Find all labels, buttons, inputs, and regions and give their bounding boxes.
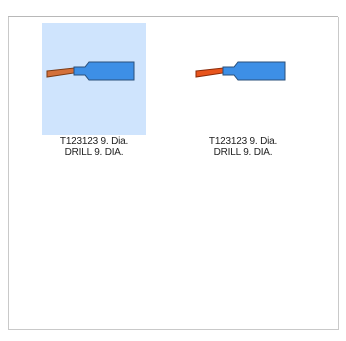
tool-name-label: DRILL 9. DIA. — [64, 147, 124, 158]
drill-shank — [46, 67, 75, 78]
tool-id-label: T123123 9. Dia. — [59, 136, 129, 147]
tool-id-label: T123123 9. Dia. — [208, 136, 278, 147]
tool-item[interactable]: T123123 9. Dia. DRILL 9. DIA. — [191, 23, 295, 158]
tool-name-label: DRILL 9. DIA. — [213, 147, 273, 158]
tool-holder-body — [73, 61, 135, 81]
drill-shank — [195, 67, 224, 78]
tool-item[interactable]: T123123 9. Dia. DRILL 9. DIA. — [42, 23, 146, 158]
tool-list-view[interactable]: T123123 9. Dia. DRILL 9. DIA. T123123 9.… — [8, 17, 339, 330]
drill-tool-icon — [195, 61, 286, 81]
tool-library-panel: T123123 9. Dia. DRILL 9. DIA. T123123 9.… — [0, 0, 346, 341]
drill-tool-icon — [46, 61, 135, 81]
panel-header-band — [0, 0, 346, 16]
tool-holder-body — [222, 61, 286, 81]
